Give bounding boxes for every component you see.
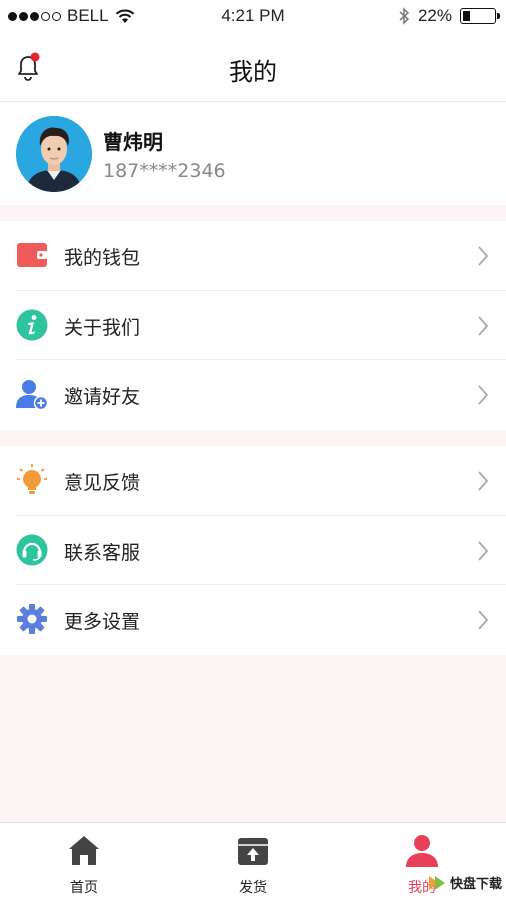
headset-icon xyxy=(16,534,48,566)
menu-item-wallet[interactable]: 我的钱包 xyxy=(16,221,506,291)
home-icon xyxy=(69,836,99,865)
menu-item-label: 我的钱包 xyxy=(64,247,141,269)
user-name: 曹炜明 xyxy=(103,130,163,154)
bluetooth-icon xyxy=(399,7,410,25)
menu-item-label: 邀请好友 xyxy=(64,386,141,409)
add-user-icon xyxy=(16,378,48,411)
user-phone: 187****2346 xyxy=(103,160,226,182)
avatar[interactable] xyxy=(16,116,92,192)
menu-item-label: 联系客服 xyxy=(64,541,141,564)
menu-item-about[interactable]: 关于我们 xyxy=(16,291,506,361)
battery-fill xyxy=(463,11,470,21)
chevron-right-icon xyxy=(478,541,489,561)
gear-icon xyxy=(16,603,48,635)
chevron-right-icon xyxy=(478,246,489,266)
tab-label: 发货 xyxy=(239,880,267,896)
status-bar: BELL 4:21 PM 22% xyxy=(0,0,506,34)
battery-icon xyxy=(460,8,500,24)
menu-group-account: 我的钱包 关于我们 邀请好友 xyxy=(0,221,506,430)
chevron-right-icon xyxy=(478,610,489,630)
watermark: 快盘下载 xyxy=(427,873,502,892)
menu-item-label: 关于我们 xyxy=(64,316,141,339)
ship-icon xyxy=(238,838,268,865)
menu-item-invite[interactable]: 邀请好友 xyxy=(16,360,506,430)
watermark-text: 快盘下载 xyxy=(449,877,502,892)
wallet-icon xyxy=(16,239,48,271)
chevron-right-icon xyxy=(478,471,489,491)
menu-item-label: 意见反馈 xyxy=(64,472,141,494)
tab-label: 首页 xyxy=(70,880,98,896)
menu-item-customer-service[interactable]: 联系客服 xyxy=(16,516,506,586)
watermark-logo xyxy=(428,875,445,890)
profile-card[interactable]: 曹炜明 187****2346 xyxy=(0,102,506,205)
battery-percent: 22% xyxy=(417,6,452,25)
tab-home[interactable]: 首页 xyxy=(0,833,168,897)
nav-header: 我的 xyxy=(0,34,506,102)
menu-item-settings[interactable]: 更多设置 xyxy=(16,585,506,655)
chevron-right-icon xyxy=(478,316,489,336)
user-icon xyxy=(406,835,438,867)
menu-item-feedback[interactable]: 意见反馈 xyxy=(16,446,506,516)
info-icon xyxy=(16,309,48,341)
tab-bar: 首页 发货 我的 快盘下载 xyxy=(0,822,506,900)
lightbulb-icon xyxy=(16,464,48,496)
tab-ship[interactable]: 发货 xyxy=(169,833,337,897)
chevron-right-icon xyxy=(478,385,489,405)
menu-item-label: 更多设置 xyxy=(64,611,141,634)
menu-group-support: 意见反馈 联系客服 更多设置 xyxy=(0,446,506,655)
page-title: 我的 xyxy=(229,58,277,86)
